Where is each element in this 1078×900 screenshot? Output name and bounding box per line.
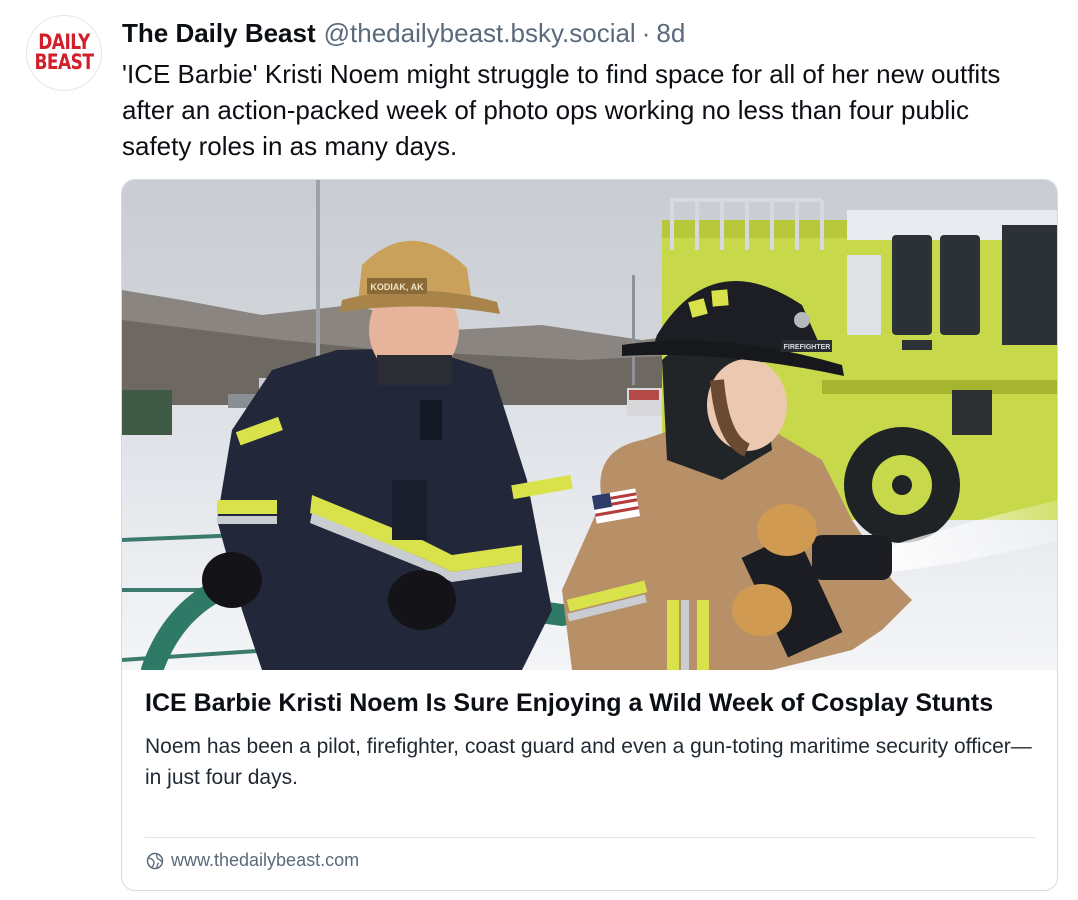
- link-card[interactable]: KODIAK, AK FIREFIGHTER ICE Barbie Kristi…: [121, 179, 1058, 891]
- helmet-text-right: FIREFIGHTER: [784, 344, 831, 351]
- logo-line-2: BEAST: [34, 50, 94, 76]
- helmet-text-left: KODIAK, AK: [370, 282, 424, 292]
- globe-icon: [146, 852, 164, 869]
- link-card-domain-text: www.thedailybeast.com: [171, 850, 360, 870]
- link-card-image[interactable]: KODIAK, AK FIREFIGHTER: [122, 180, 1057, 670]
- link-card-title[interactable]: ICE Barbie Kristi Noem Is Sure Enjoying …: [145, 685, 1035, 721]
- link-card-divider: [145, 837, 1035, 838]
- daily-beast-logo: DAILY BEAST: [34, 32, 94, 76]
- photo-illustration: KODIAK, AK FIREFIGHTER: [122, 180, 1057, 670]
- author-display-name[interactable]: The Daily Beast: [122, 14, 316, 52]
- post[interactable]: DAILY BEAST The Daily Beast @thedailybea…: [0, 0, 1078, 900]
- link-card-body: ICE Barbie Kristi Noem Is Sure Enjoying …: [145, 685, 1035, 793]
- avatar[interactable]: DAILY BEAST: [26, 15, 102, 91]
- author-handle[interactable]: @thedailybeast.bsky.social: [324, 14, 636, 52]
- post-content: The Daily Beast @thedailybeast.bsky.soci…: [122, 14, 1058, 164]
- header-separator: ·: [641, 18, 651, 48]
- link-card-description: Noem has been a pilot, firefighter, coas…: [145, 735, 1032, 789]
- link-card-domain[interactable]: www.thedailybeast.com: [146, 850, 359, 871]
- post-text: 'ICE Barbie' Kristi Noem might struggle …: [122, 59, 1001, 161]
- post-header: The Daily Beast @thedailybeast.bsky.soci…: [122, 14, 1058, 52]
- post-timestamp[interactable]: 8d: [656, 14, 685, 52]
